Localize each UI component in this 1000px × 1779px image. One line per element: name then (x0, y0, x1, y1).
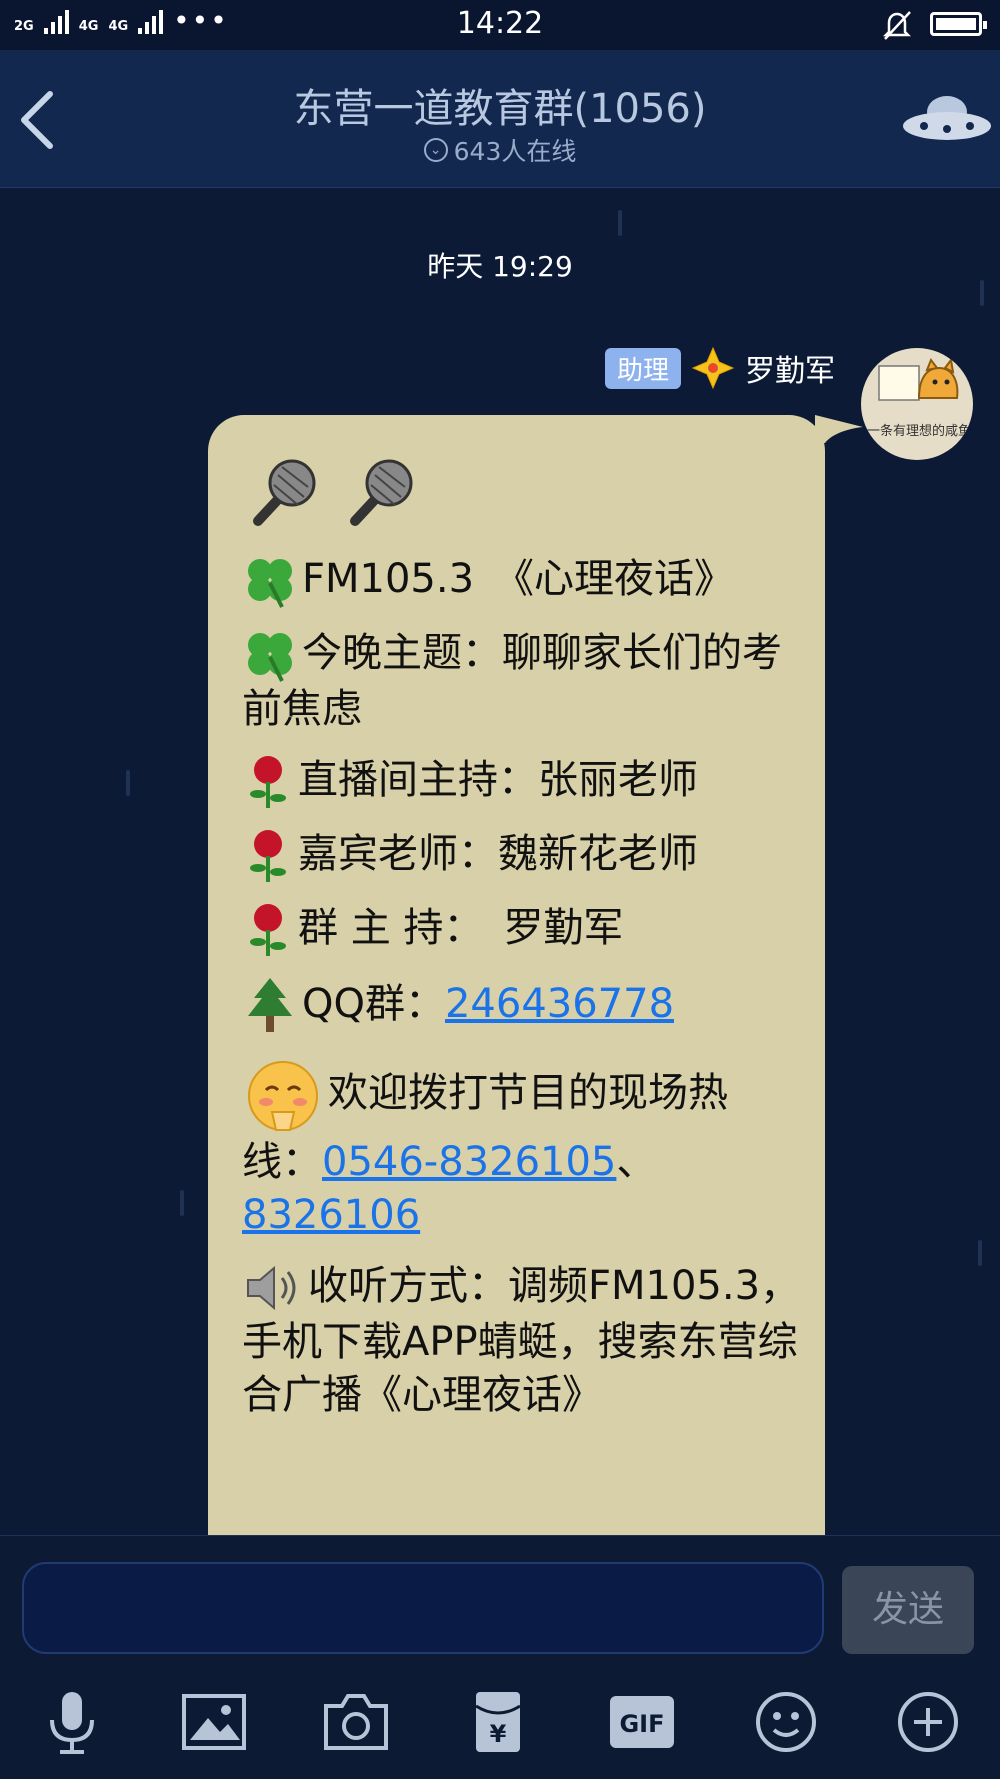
star-rank-icon (691, 346, 735, 390)
online-count-label: 643人在线 (453, 137, 577, 166)
listen-text: 收听方式：调频FM105.3，手机下载APP蜻蜓，搜索东营综合广播《心理夜话》 (242, 1263, 801, 1418)
status-bar: 2G 4G 4G ••• 14:22 (0, 0, 1000, 50)
message-line-mics (242, 455, 802, 535)
battery-icon (930, 12, 987, 36)
hotline-link-1[interactable]: 0546-8326105 (322, 1139, 616, 1185)
mute-bell-icon (882, 11, 912, 40)
qq-label: QQ群： (302, 981, 445, 1027)
microphone-emoji-icon (349, 459, 413, 526)
input-bar: 发送 ¥ GIF (0, 1535, 1000, 1779)
message-line-host: 直播间主持：张丽老师 (242, 754, 802, 810)
ufo-icon[interactable] (900, 90, 994, 150)
speaker-emoji-icon (247, 1265, 296, 1311)
hotline-link-2[interactable]: 8326106 (242, 1192, 420, 1238)
message-bubble[interactable]: FM105.3 《心理夜话》 今晚主题：聊聊家长们的考前焦虑 直播间主持：张丽老… (208, 415, 825, 1535)
rose-emoji-icon (250, 904, 286, 956)
qq-number-link[interactable]: 246436778 (445, 981, 674, 1027)
image-icon[interactable] (178, 1686, 250, 1758)
role-badge: 助理 (604, 347, 681, 389)
clock: 14:22 (456, 6, 544, 41)
online-count[interactable]: ⌄ 643人在线 (0, 132, 1000, 168)
group-host-text: 群 主 持： 罗勤军 (298, 905, 624, 951)
hotline-separator: 、 (616, 1139, 657, 1185)
chat-header: 东营一道教育群(1056) ⌄ 643人在线 (0, 50, 1000, 188)
sender-info: 助理 罗勤军 (604, 346, 835, 390)
red-packet-icon[interactable]: ¥ (462, 1686, 534, 1758)
message-line-topic: 今晚主题：聊聊家长们的考前焦虑 (242, 627, 802, 736)
message-body: FM105.3 《心理夜话》 今晚主题：聊聊家长们的考前焦虑 直播间主持：张丽老… (242, 455, 802, 1440)
avatar-caption: 一条有理想的咸鱼 (867, 424, 972, 439)
microphone-emoji-icon (253, 459, 316, 526)
clover-emoji-icon (248, 633, 292, 682)
fm-text: FM105.3 《心理夜话》 (302, 556, 735, 602)
host-text: 直播间主持：张丽老师 (298, 757, 698, 803)
cat-avatar-icon (878, 357, 959, 401)
guest-text: 嘉宾老师：魏新花老师 (298, 831, 698, 877)
background-sparkle (618, 210, 622, 236)
rose-emoji-icon (250, 756, 286, 808)
message-input[interactable] (22, 1562, 824, 1654)
chevron-down-icon: ⌄ (423, 138, 448, 162)
message-line-fm: FM105.3 《心理夜话》 (242, 553, 802, 609)
blushing-face-emoji-icon (248, 1061, 318, 1131)
gif-label: GIF (619, 1710, 664, 1738)
message-line-hotline: 欢迎拨打节目的现场热线：0546-8326105、8326106 (242, 1054, 802, 1242)
background-sparkle (180, 1190, 184, 1216)
message-line-listen: 收听方式：调频FM105.3，手机下载APP蜻蜓，搜索东营综合广播《心理夜话》 (242, 1260, 802, 1422)
message-timestamp: 昨天 19:29 (427, 250, 573, 283)
emoji-icon[interactable] (750, 1686, 822, 1758)
gif-icon[interactable]: GIF (606, 1686, 678, 1758)
camera-icon[interactable] (320, 1686, 392, 1758)
svg-text:¥: ¥ (490, 1720, 507, 1748)
plus-icon[interactable] (892, 1686, 964, 1758)
background-sparkle (126, 770, 130, 796)
message-line-group-host: 群 主 持： 罗勤军 (242, 902, 802, 958)
background-sparkle (978, 1240, 982, 1266)
avatar[interactable]: 一条有理想的咸鱼 (861, 348, 973, 460)
group-title[interactable]: 东营一道教育群(1056) (0, 76, 1000, 134)
input-toolbar: ¥ GIF (0, 1686, 1000, 1766)
send-button[interactable]: 发送 (842, 1566, 974, 1654)
microphone-icon[interactable] (36, 1686, 108, 1758)
message-line-guest: 嘉宾老师：魏新花老师 (242, 828, 802, 884)
rose-emoji-icon (250, 830, 286, 882)
tree-emoji-icon (248, 978, 292, 1032)
message-line-qq: QQ群：246436778 (242, 976, 802, 1036)
clover-emoji-icon (248, 559, 292, 608)
sender-name[interactable]: 罗勤军 (745, 346, 835, 390)
topic-text: 今晚主题：聊聊家长们的考前焦虑 (242, 630, 782, 732)
